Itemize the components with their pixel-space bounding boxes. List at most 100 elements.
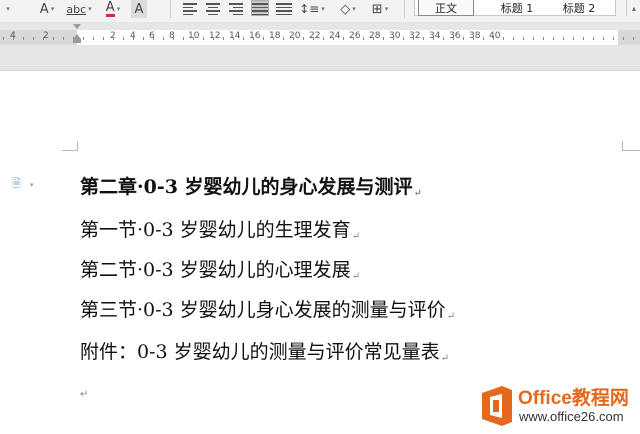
ruler-tick <box>333 37 334 40</box>
shading-button[interactable]: ◇ ▾ <box>334 0 362 18</box>
ruler-tick <box>283 37 284 40</box>
paragraph-mark: ↵ <box>351 231 361 242</box>
distributed-icon[interactable] <box>276 1 292 15</box>
ruler-number: 18 <box>269 31 281 41</box>
watermark-title: Office教程网 <box>518 388 629 409</box>
ruler-tick <box>233 37 234 40</box>
font-color-icon: A <box>105 0 115 17</box>
ruler-tick <box>383 37 384 40</box>
ruler-tick <box>123 37 124 40</box>
ruler-tick <box>253 37 254 40</box>
ruler-tick <box>443 37 444 40</box>
justify-icon[interactable] <box>251 0 269 16</box>
line-spacing-button[interactable]: ↕≡ ▾ <box>298 0 326 18</box>
horizontal-ruler[interactable]: 4 2 2 4 6 8 10 12 14 16 18 20 22 24 26 28 30 32 34 36 38 40 <box>0 30 640 45</box>
font-color-button[interactable]: A ▾ <box>99 0 127 18</box>
ruler-number: 34 <box>429 31 441 41</box>
indent-marker[interactable] <box>73 24 82 44</box>
ruler-tick <box>403 37 404 40</box>
crop-mark <box>622 150 640 151</box>
ruler-tick <box>173 37 174 40</box>
ruler-tick <box>363 37 364 40</box>
ruler-tick <box>543 37 544 40</box>
ruler-tick <box>413 37 414 40</box>
ruler-tick <box>313 37 314 40</box>
paragraph-mark: ↵ <box>351 271 361 282</box>
document-nav-icon[interactable]: 🗎 <box>12 177 24 190</box>
ruler-number: 20 <box>289 31 301 41</box>
ruler-tick <box>483 37 484 40</box>
ruler-tick <box>213 37 214 40</box>
ruler-tick <box>93 37 94 40</box>
align-left-icon[interactable] <box>183 1 199 15</box>
ruler-tick <box>53 37 54 40</box>
borders-button[interactable]: ⊞ ▾ <box>366 0 394 18</box>
ruler-tick <box>263 37 264 40</box>
ruler-tick <box>503 37 504 40</box>
ruler-tick <box>103 37 104 40</box>
font-size-caret[interactable]: ▾ <box>0 0 14 18</box>
style-normal[interactable]: 正文 <box>418 0 474 16</box>
ruler-area: 4 2 2 4 6 8 10 12 14 16 18 20 22 24 26 28 30 32 34 36 38 40 <box>0 22 640 71</box>
ruler-tick <box>453 37 454 40</box>
ruler-tick <box>303 37 304 40</box>
ribbon-divider <box>404 0 405 18</box>
line-spacing-icon: ↕≡ <box>299 2 320 16</box>
ruler-number: 24 <box>329 31 341 41</box>
align-right-icon[interactable] <box>229 1 245 15</box>
paragraph-mark: ↵ <box>446 311 456 322</box>
crop-mark <box>77 141 78 151</box>
ruler-number: 22 <box>309 31 321 41</box>
doc-line-section-3[interactable]: 第三节·0-3 岁婴幼儿身心发展的测量与评价↵ <box>80 295 455 322</box>
ruler-number: 30 <box>389 31 401 41</box>
ruler-tick <box>533 37 534 40</box>
style-heading-1[interactable]: 标题 1 <box>489 0 545 15</box>
ruler-number: 36 <box>449 31 461 41</box>
ruler-number: 32 <box>409 31 421 41</box>
ruler-tick <box>63 37 64 40</box>
ruler-number: 28 <box>369 31 381 41</box>
ruler-tick <box>193 37 194 40</box>
chevron-down-icon[interactable]: ▾ <box>30 181 34 189</box>
ruler-tick <box>523 37 524 40</box>
ruler-tick <box>273 37 274 40</box>
ruler-number: 16 <box>249 31 261 41</box>
ruler-tick <box>143 37 144 40</box>
clear-format-button[interactable]: A ▾ <box>34 0 60 18</box>
ruler-number: 14 <box>229 31 241 41</box>
crop-mark <box>62 150 78 151</box>
styles-gallery: 正文 标题 1 标题 2 <box>414 0 616 16</box>
ruler-tick <box>163 37 164 40</box>
doc-line-appendix[interactable]: 附件：0-3 岁婴幼儿的测量与评价常见量表↵ <box>80 337 449 364</box>
ruler-tick <box>243 37 244 40</box>
ribbon-divider <box>170 0 171 18</box>
ruler-tick <box>3 37 4 40</box>
ruler-tick <box>423 37 424 40</box>
ruler-tick <box>13 37 14 40</box>
doc-line-chapter[interactable]: 第二章·0-3 岁婴幼儿的身心发展与测评↵ <box>80 172 422 199</box>
ruler-tick <box>593 37 594 40</box>
ruler-tick <box>133 37 134 40</box>
char-shading-button[interactable]: A <box>131 0 147 18</box>
doc-line-section-1[interactable]: 第一节·0-3 岁婴幼儿的生理发育↵ <box>80 215 360 242</box>
ruler-tick <box>153 37 154 40</box>
ruler-tick <box>183 37 184 40</box>
align-center-icon[interactable] <box>206 1 222 15</box>
ruler-tick <box>293 37 294 40</box>
ruler-tick <box>583 37 584 40</box>
doc-line-section-2[interactable]: 第二节·0-3 岁婴幼儿的心理发展↵ <box>80 255 360 282</box>
document-page[interactable]: 🗎 ▾ 第二章·0-3 岁婴幼儿的身心发展与测评↵ 第一节·0-3 岁婴幼儿的生… <box>0 71 640 434</box>
style-heading-2[interactable]: 标题 2 <box>555 0 603 15</box>
phonetic-guide-button[interactable]: abc ▾ <box>64 0 94 18</box>
paragraph-mark: ↵ <box>440 353 450 364</box>
shading-icon: ◇ <box>340 1 351 17</box>
ruler-tick <box>493 37 494 40</box>
gallery-scroll-icon[interactable]: ▴ <box>626 0 640 16</box>
ruler-tick <box>433 37 434 40</box>
ruler-tick <box>613 37 614 40</box>
ruler-tick <box>573 37 574 40</box>
phonetic-icon: abc <box>66 2 87 16</box>
ruler-number: 26 <box>349 31 361 41</box>
ruler-number: 12 <box>209 31 221 41</box>
ruler-tick <box>223 37 224 40</box>
